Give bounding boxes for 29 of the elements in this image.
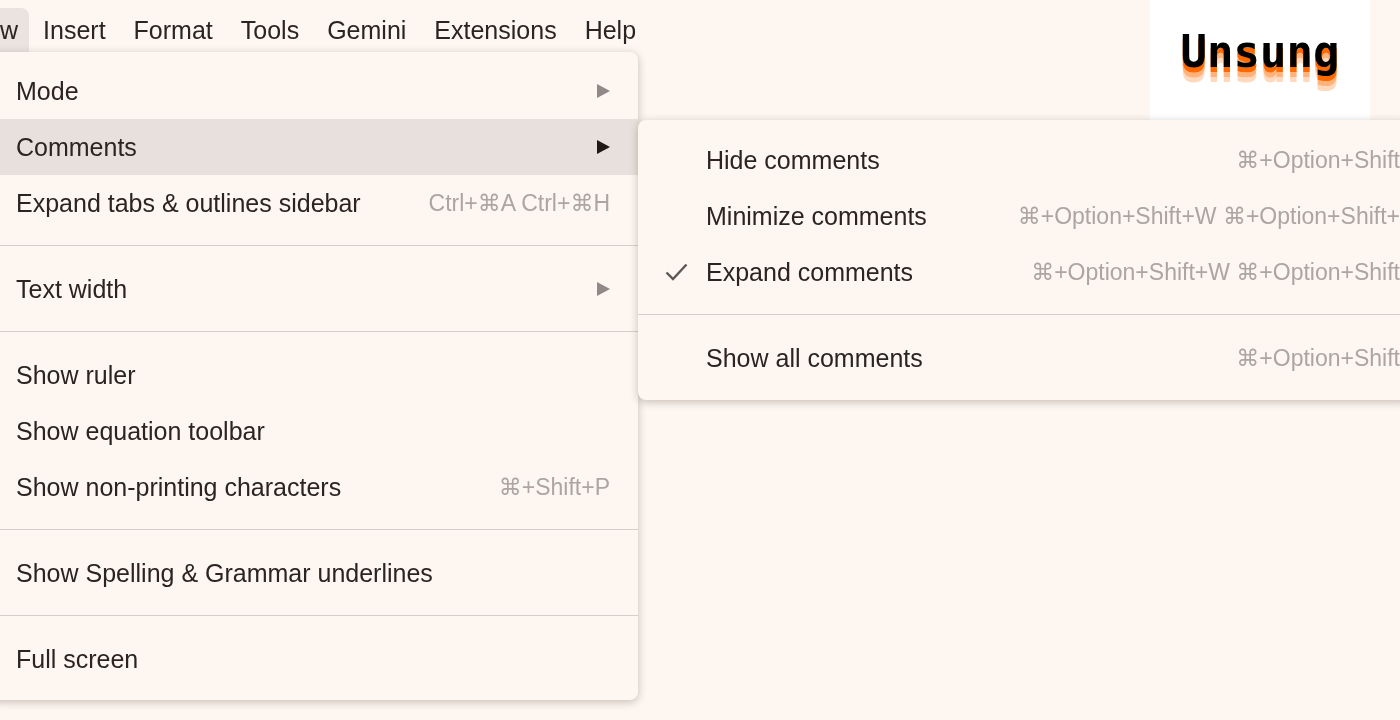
menu-item[interactable]: Minimize comments ⌘+Option+Shift+W ⌘+Option+Shift+ — [638, 188, 1400, 244]
shortcut-text: Ctrl+⌘A Ctrl+⌘H — [427, 189, 610, 217]
menu-item[interactable]: Text width — [0, 261, 638, 317]
menu-item[interactable]: Show all comments ⌘+Option+Shift — [638, 330, 1400, 386]
shortcut-text: ⌘+Option+Shift — [1235, 344, 1400, 372]
triangle-icon — [597, 140, 610, 154]
shortcut-text: ⌘+Shift+P — [497, 473, 610, 501]
menu-bar-item[interactable]: Insert — [29, 8, 120, 52]
shortcut-text: ⌘+Option+Shift+W ⌘+Option+Shift+ — [1016, 202, 1400, 230]
menu-item[interactable]: Expand tabs & outlines sidebar Ctrl+⌘A Ctrl+⌘H — [0, 175, 638, 231]
menu-item[interactable]: Mode — [0, 63, 638, 119]
menu-item[interactable]: Full screen — [0, 631, 638, 687]
triangle-icon — [597, 282, 610, 296]
menu-bar-item[interactable]: Format — [119, 8, 227, 52]
menu-item[interactable]: Hide comments ⌘+Option+Shift — [638, 132, 1400, 188]
menu-item[interactable]: Show ruler — [0, 347, 638, 403]
menu-item[interactable]: Show non-printing characters ⌘+Shift+P — [0, 459, 638, 515]
shortcut-text: ⌘+Option+Shift+W ⌘+Option+Shift — [1030, 258, 1400, 286]
menu-bar-item[interactable]: Gemini — [313, 8, 421, 52]
shortcut-text: ⌘+Option+Shift — [1235, 146, 1400, 174]
menu-item[interactable]: Comments — [0, 119, 638, 175]
menu-item[interactable]: Expand comments ⌘+Option+Shift+W ⌘+Option+Shift — [638, 244, 1400, 300]
menu-item[interactable]: Show Spelling & Grammar underlines — [0, 545, 638, 601]
triangle-icon — [597, 84, 610, 98]
menu-bar-item[interactable]: Tools — [226, 8, 314, 52]
menu-bar-item[interactable]: w — [0, 8, 30, 52]
menu-bar-item[interactable]: Help — [570, 8, 651, 52]
menu-bar-item[interactable]: Extensions — [420, 8, 571, 52]
menu-item[interactable]: Show equation toolbar — [0, 403, 638, 459]
